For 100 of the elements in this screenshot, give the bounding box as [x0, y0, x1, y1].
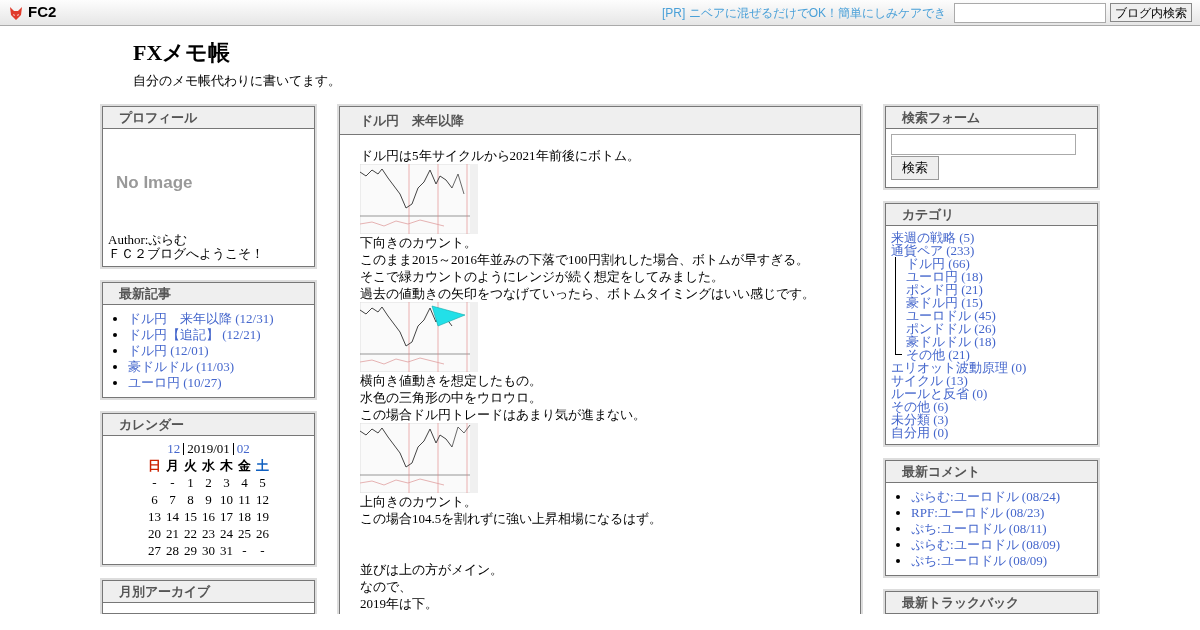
calendar-day: 20 — [145, 525, 164, 542]
category-link[interactable]: 豪ドルドル (18) — [902, 335, 996, 348]
calendar-day: 18 — [235, 508, 254, 525]
category-link[interactable]: 未分類 (3) — [891, 413, 1092, 426]
list-link[interactable]: ぷち:ユーロドル (08/09) — [911, 553, 1048, 569]
category-link[interactable]: ポンドドル (26) — [902, 322, 996, 335]
calendar-day: 6 — [145, 491, 164, 508]
next-month-link[interactable]: 02 — [236, 441, 250, 457]
post-text: このまま2015～2016年並みの下落で100円割れした場合、ボトムが早すぎる。 — [360, 251, 810, 268]
calendar-day: 2 — [199, 474, 218, 491]
calendar-day: 15 — [181, 508, 200, 525]
calendar-day: 29 — [181, 542, 200, 559]
category-link[interactable]: その他 (6) — [891, 400, 1092, 413]
category-link[interactable]: 自分用 (0) — [891, 426, 1092, 439]
panel-title: 月別アーカイブ — [103, 581, 314, 603]
calendar-day: 5 — [253, 474, 272, 491]
post-text: なので、 — [360, 578, 413, 595]
list-link[interactable]: ドル円【追記】 (12/21) — [128, 327, 261, 343]
bullet-icon — [896, 511, 900, 515]
post-text: この場合ドル円トレードはあまり気が進まない。 — [360, 406, 647, 423]
calendar-day: 17 — [217, 508, 236, 525]
bullet-icon — [113, 333, 117, 337]
panel-title: カレンダー — [103, 414, 314, 436]
category-link[interactable]: ドル円 (66) — [902, 257, 970, 270]
blog-search-field[interactable] — [954, 2, 1106, 23]
weekday-label: 金 — [237, 457, 252, 474]
weekday-label: 月 — [165, 457, 180, 474]
category-link[interactable]: 豪ドル円 (15) — [902, 296, 983, 309]
list-link[interactable]: 豪ドルドル (11/03) — [128, 359, 235, 375]
list-link[interactable]: ぷらむ:ユーロドル (08/09) — [911, 537, 1061, 553]
list-link[interactable]: ドル円 (12/01) — [128, 343, 209, 359]
list-link[interactable]: ドル円 来年以降 (12/31) — [128, 311, 274, 327]
bullet-icon — [896, 543, 900, 547]
calendar-day: 30 — [199, 542, 218, 559]
calendar-day: - — [145, 474, 164, 491]
panel-title: 最新コメント — [886, 461, 1097, 483]
calendar-day: 28 — [163, 542, 182, 559]
calendar-day: 24 — [217, 525, 236, 542]
calendar-day: 8 — [181, 491, 200, 508]
calendar-day: - — [163, 474, 182, 491]
blog-search-button[interactable]: ブログ内検索 — [1110, 3, 1192, 22]
category-link[interactable]: ユーロ円 (18) — [902, 270, 983, 283]
category-link[interactable]: ルールと反省 (0) — [891, 387, 1092, 400]
post-text: この場合104.5を割れずに強い上昇相場になるはず。 — [360, 510, 664, 527]
bullet-icon — [113, 365, 117, 369]
weekday-label: 土 — [255, 457, 270, 474]
category-link[interactable]: 通貨ペア (233) — [891, 244, 1092, 257]
category-link[interactable]: サイクル (13) — [891, 374, 1092, 387]
bullet-icon — [896, 559, 900, 563]
panel-title: 検索フォーム — [886, 107, 1097, 129]
post-text: 上向きのカウント。 — [360, 493, 478, 510]
category-link[interactable]: その他 (21) — [902, 348, 970, 361]
bullet-icon — [113, 317, 117, 321]
list-link[interactable]: ユーロ円 (10/27) — [128, 375, 222, 391]
profile-greeting: ＦＣ２ブログへようこそ！ — [108, 247, 265, 261]
calendar-day: 3 — [217, 474, 236, 491]
post-text: 過去の値動きの矢印をつなげていったら、ボトムタイミングはいい感じです。 — [360, 285, 816, 302]
calendar-day: 1 — [181, 474, 200, 491]
weekday-label: 木 — [219, 457, 234, 474]
calendar-day: 11 — [235, 491, 254, 508]
calendar-day: 21 — [163, 525, 182, 542]
panel-title: プロフィール — [103, 107, 314, 129]
post-text: 2019年は下。 — [360, 595, 439, 612]
calendar-day: 9 — [199, 491, 218, 508]
calendar-day: 27 — [145, 542, 164, 559]
blog-title[interactable]: FXメモ帳 — [133, 39, 1200, 67]
search-field[interactable] — [891, 134, 1076, 155]
category-link[interactable]: ユーロドル (45) — [902, 309, 996, 322]
calendar-day: 10 — [217, 491, 236, 508]
no-image-label: No Image — [115, 173, 194, 193]
calendar-day: 25 — [235, 525, 254, 542]
calendar-day: - — [253, 542, 272, 559]
category-link[interactable]: ポンド円 (21) — [902, 283, 983, 296]
calendar-day: 26 — [253, 525, 272, 542]
weekday-label: 日 — [147, 457, 162, 474]
panel-title: 最新トラックバック — [886, 592, 1097, 614]
bullet-icon — [113, 349, 117, 353]
fox-icon — [8, 4, 24, 21]
calendar-day: 14 — [163, 508, 182, 525]
post-text: 横向き値動きを想定したもの。 — [360, 372, 543, 389]
category-link[interactable]: 来週の戦略 (5) — [891, 231, 1092, 244]
calendar-day: 4 — [235, 474, 254, 491]
current-month: 2019/01 — [187, 441, 230, 457]
calendar-day: 23 — [199, 525, 218, 542]
post-text: ドル円は5年サイクルから2021年前後にボトム。 — [360, 147, 641, 164]
calendar-day: 19 — [253, 508, 272, 525]
author-name: Author:ぷらむ — [108, 233, 189, 247]
list-link[interactable]: ぷらむ:ユーロドル (08/24) — [911, 489, 1061, 505]
category-link[interactable]: エリオット波動原理 (0) — [891, 361, 1092, 374]
calendar-day: 16 — [199, 508, 218, 525]
calendar-day: 7 — [163, 491, 182, 508]
post-text: 下向きのカウント。 — [360, 234, 478, 251]
list-link[interactable]: ぷち:ユーロドル (08/11) — [911, 521, 1047, 537]
bullet-icon — [113, 381, 117, 385]
bullet-icon — [896, 527, 900, 531]
list-link[interactable]: RPF:ユーロドル (08/23) — [911, 505, 1045, 521]
panel-title: カテゴリ — [886, 204, 1097, 226]
prev-month-link[interactable]: 12 — [167, 441, 181, 457]
search-button[interactable]: 検索 — [891, 156, 939, 180]
fc2-logo[interactable]: FC2 — [8, 1, 57, 24]
